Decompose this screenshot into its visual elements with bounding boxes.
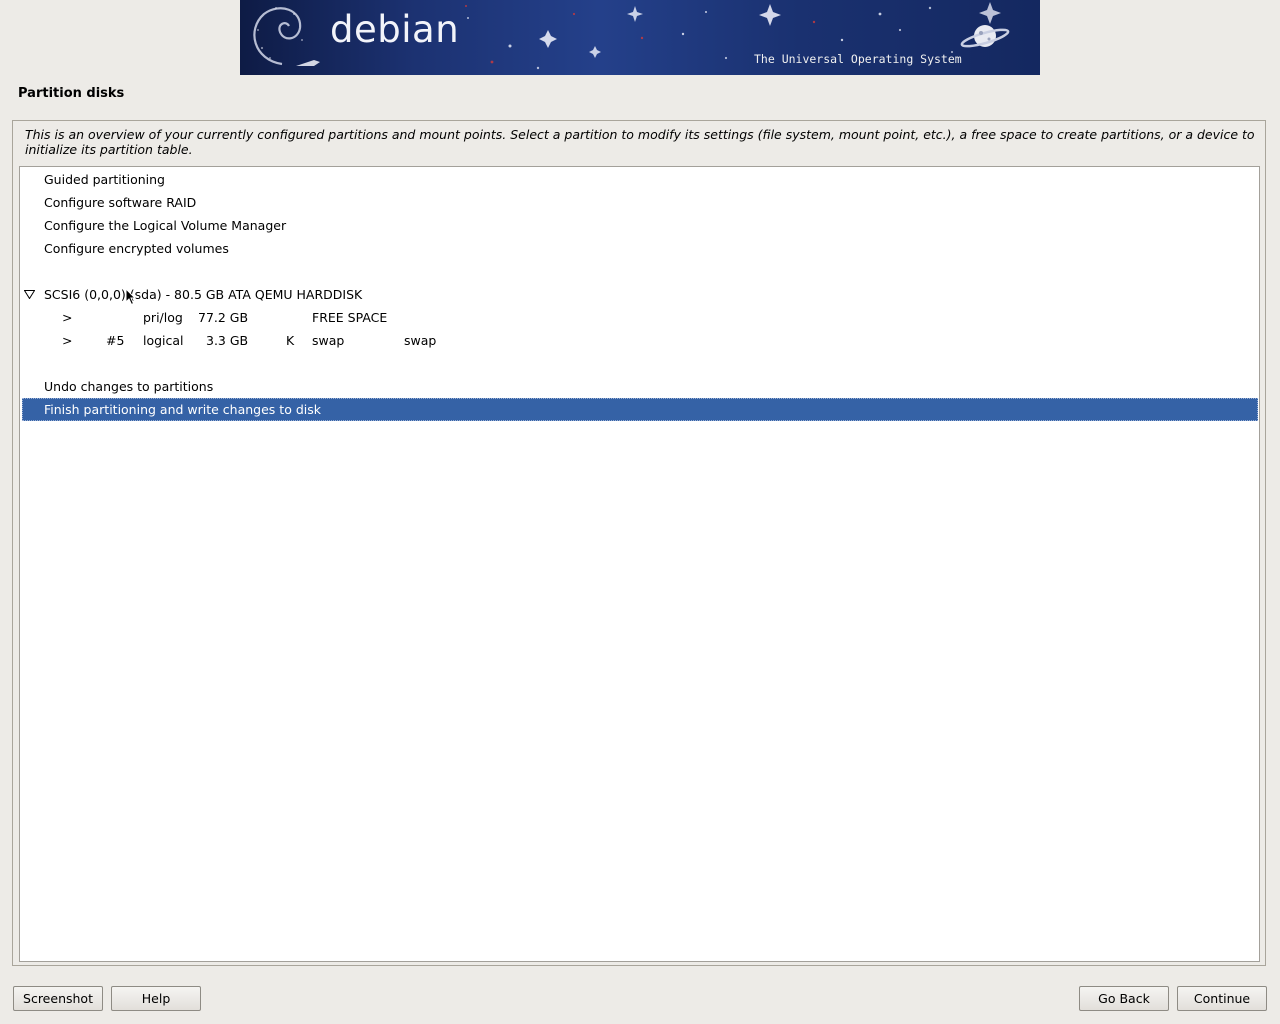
screenshot-button[interactable]: Screenshot (13, 986, 103, 1011)
partition-type: pri/log (143, 310, 183, 325)
debian-swirl-logo (253, 7, 302, 66)
partition-marker: > (62, 333, 73, 348)
partition-size: 77.2 GB (198, 310, 249, 325)
list-item-guided-partitioning[interactable]: Guided partitioning (22, 168, 1258, 191)
partition-filesystem: swap (312, 333, 345, 348)
disk-row[interactable]: SCSI6 (0,0,0) (sda) - 80.5 GB ATA QEMU H… (22, 283, 1258, 306)
disk-label: SCSI6 (0,0,0) (sda) - 80.5 GB ATA QEMU H… (44, 287, 363, 302)
list-item-encrypted-volumes[interactable]: Configure encrypted volumes (22, 237, 1258, 260)
list-item-label: Undo changes to partitions (44, 379, 214, 394)
partition-number: #5 (106, 333, 125, 348)
partition-row-swap[interactable]: > #5 logical 3.3 GB K swap swap (22, 329, 1258, 352)
list-item-label: Configure software RAID (44, 195, 197, 210)
partition-filesystem: FREE SPACE (312, 310, 388, 325)
partition-list[interactable]: Guided partitioning Configure software R… (19, 166, 1260, 962)
triangle-down-icon[interactable] (24, 290, 35, 299)
partition-mount: swap (404, 333, 437, 348)
list-item-lvm[interactable]: Configure the Logical Volume Manager (22, 214, 1258, 237)
debian-banner: debian The Universal Operating System (240, 0, 1040, 75)
page-title: Partition disks (18, 86, 125, 101)
partition-type: logical (143, 333, 184, 348)
partition-size: 3.3 GB (206, 333, 249, 348)
list-item-label: Finish partitioning and write changes to… (44, 402, 321, 417)
go-back-button[interactable]: Go Back (1079, 986, 1169, 1011)
banner-brand: debian (330, 8, 460, 51)
planet-shape (960, 25, 1010, 48)
list-item-label: Guided partitioning (44, 172, 165, 187)
partition-flag: K (286, 333, 295, 348)
list-item-finish-partitioning[interactable]: Finish partitioning and write changes to… (22, 398, 1258, 421)
mouse-pointer-icon (125, 288, 137, 306)
partition-marker: > (62, 310, 73, 325)
description-text: This is an overview of your currently co… (25, 127, 1255, 157)
help-button[interactable]: Help (111, 986, 201, 1011)
list-item-label: Configure the Logical Volume Manager (44, 218, 287, 233)
banner-tagline: The Universal Operating System (754, 52, 962, 66)
list-item-undo-changes[interactable]: Undo changes to partitions (22, 375, 1258, 398)
partition-row-free-space[interactable]: > pri/log 77.2 GB FREE SPACE (22, 306, 1258, 329)
list-item-software-raid[interactable]: Configure software RAID (22, 191, 1258, 214)
continue-button[interactable]: Continue (1177, 986, 1267, 1011)
list-item-label: Configure encrypted volumes (44, 241, 229, 256)
rocket-shape (296, 60, 320, 66)
